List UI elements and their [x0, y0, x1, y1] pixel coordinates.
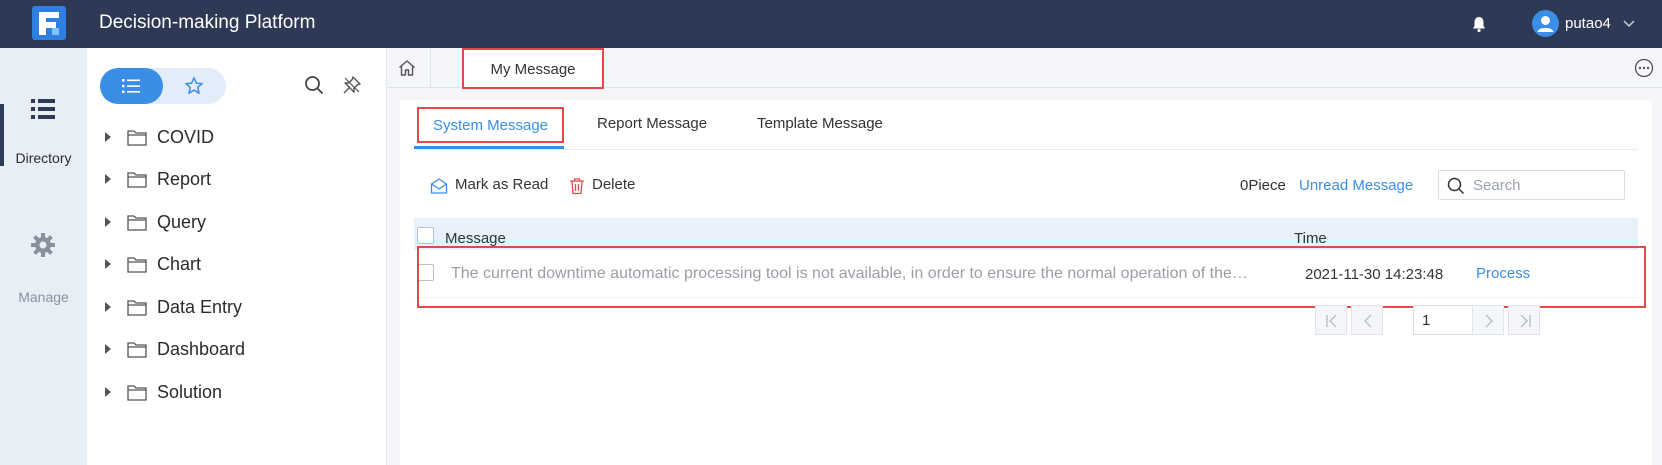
list-icon	[122, 79, 140, 93]
trash-icon[interactable]	[568, 177, 586, 195]
list-icon[interactable]	[30, 97, 56, 121]
subtab-template-message[interactable]: Template Message	[757, 115, 883, 132]
home-icon[interactable]	[397, 58, 417, 78]
folder-icon	[127, 342, 147, 358]
envelope-open-icon[interactable]	[430, 177, 448, 195]
subtab-report-message[interactable]: Report Message	[597, 115, 707, 132]
caret-right-icon[interactable]	[105, 344, 111, 354]
bell-icon[interactable]	[1470, 15, 1488, 33]
directory-panel: COVID Report Query Chart Data Entry Dash…	[87, 48, 387, 465]
tree-item-label: Data Entry	[157, 297, 243, 317]
more-icon[interactable]	[1634, 58, 1654, 78]
folder-icon	[127, 130, 147, 146]
tree-item-label: COVID	[157, 127, 215, 147]
caret-right-icon[interactable]	[105, 302, 111, 312]
row-highlight-box	[417, 246, 1646, 308]
prev-page-button[interactable]	[1351, 305, 1383, 335]
app-logo-icon	[32, 6, 66, 40]
tree-item-solution[interactable]: Solution	[87, 373, 387, 413]
search-icon[interactable]	[304, 75, 324, 95]
caret-right-icon[interactable]	[105, 174, 111, 184]
view-toggle	[100, 68, 226, 104]
tree-item-label: Solution	[157, 382, 223, 402]
tree-item-data-entry[interactable]: Data Entry	[87, 288, 387, 328]
chevron-down-icon[interactable]	[1622, 16, 1636, 30]
subtab-system-message[interactable]: System Message	[417, 107, 564, 143]
first-page-button[interactable]	[1315, 305, 1347, 335]
caret-right-icon[interactable]	[105, 132, 111, 142]
nav-directory-label[interactable]: Directory	[0, 150, 87, 166]
gear-icon[interactable]	[30, 232, 56, 258]
search-input[interactable]	[1473, 175, 1618, 195]
tab-label: My Message	[490, 61, 576, 78]
folder-icon	[127, 257, 147, 273]
tree-item-label: Dashboard	[157, 339, 246, 359]
tree-item-label: Chart	[157, 254, 202, 274]
search-field[interactable]	[1438, 170, 1625, 200]
caret-right-icon[interactable]	[105, 387, 111, 397]
page-number-input[interactable]	[1413, 305, 1473, 335]
tab-divider	[430, 48, 431, 88]
divider	[414, 149, 1638, 150]
mark-as-read-button[interactable]: Mark as Read	[455, 176, 548, 193]
next-page-button[interactable]	[1472, 305, 1504, 335]
caret-right-icon[interactable]	[105, 217, 111, 227]
folder-icon	[127, 300, 147, 316]
tree-item-query[interactable]: Query	[87, 203, 387, 243]
last-page-icon	[1520, 314, 1531, 328]
folder-icon	[127, 215, 147, 231]
message-count: 0Piece	[1240, 177, 1286, 194]
left-nav: Directory Manage	[0, 48, 87, 465]
folder-icon	[127, 385, 147, 401]
tab-bar: My Message	[387, 48, 1662, 89]
last-page-button[interactable]	[1508, 305, 1540, 335]
column-header-message: Message	[445, 230, 506, 247]
tab-my-message[interactable]: My Message	[462, 48, 604, 89]
folder-icon	[127, 172, 147, 188]
username[interactable]: putao4	[1565, 15, 1611, 32]
tree-item-label: Query	[157, 212, 207, 232]
favorites-view-button[interactable]	[163, 68, 226, 104]
subtab-label: System Message	[432, 117, 549, 134]
tree-item-report[interactable]: Report	[87, 160, 387, 200]
user-icon	[1537, 16, 1554, 32]
pin-icon[interactable]	[342, 75, 362, 95]
delete-button[interactable]: Delete	[592, 176, 635, 193]
tree-item-covid[interactable]: COVID	[87, 118, 387, 158]
chevron-left-icon	[1364, 314, 1372, 328]
avatar[interactable]	[1532, 10, 1559, 37]
select-all-checkbox[interactable]	[417, 227, 434, 244]
first-page-icon	[1326, 314, 1337, 328]
message-panel: System Message Report Message Template M…	[400, 100, 1652, 465]
tree-item-chart[interactable]: Chart	[87, 245, 387, 285]
caret-right-icon[interactable]	[105, 259, 111, 269]
column-header-time: Time	[1294, 230, 1327, 247]
star-icon	[185, 77, 203, 94]
tree-item-dashboard[interactable]: Dashboard	[87, 330, 387, 370]
app-title: Decision-making Platform	[99, 12, 316, 33]
tree-item-label: Report	[157, 169, 212, 189]
search-icon	[1447, 177, 1465, 195]
unread-message-link[interactable]: Unread Message	[1299, 177, 1413, 194]
top-bar: Decision-making Platform putao4	[0, 0, 1662, 48]
nav-manage-label[interactable]: Manage	[0, 289, 87, 305]
chevron-right-icon	[1485, 314, 1493, 328]
list-view-button[interactable]	[100, 68, 163, 104]
